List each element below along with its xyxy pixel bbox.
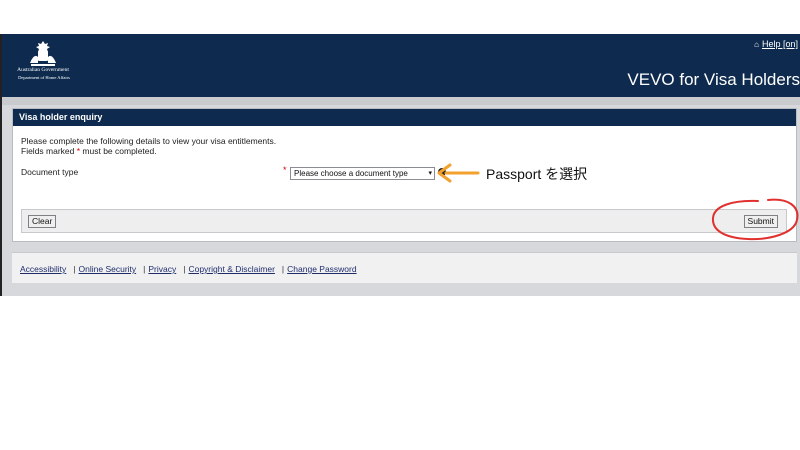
footer-link-privacy[interactable]: Privacy <box>148 264 176 274</box>
footer-link-online-security[interactable]: Online Security <box>79 264 137 274</box>
panel-title: Visa holder enquiry <box>13 109 796 126</box>
chevron-down-icon: ▾ <box>428 170 432 177</box>
header-divider-band <box>2 97 800 105</box>
document-type-select[interactable]: Please choose a document type ▾ <box>290 167 435 180</box>
footer-link-copyright[interactable]: Copyright & Disclaimer <box>188 264 274 274</box>
form-actions-bar: Clear Submit <box>21 209 787 233</box>
department-name: Department of Home Affairs <box>18 75 70 80</box>
help-link[interactable]: Help [on] <box>762 39 798 49</box>
footer-link-change-password[interactable]: Change Password <box>287 264 356 274</box>
instructions-line2-b: must be completed. <box>80 146 157 156</box>
house-icon: ⌂ <box>754 40 759 49</box>
instructions: Please complete the following details to… <box>21 136 276 156</box>
document-type-selected: Please choose a document type <box>294 169 408 178</box>
clear-button[interactable]: Clear <box>28 215 57 228</box>
instructions-line2-a: Fields marked <box>21 146 77 156</box>
footer-separator: | <box>183 264 186 274</box>
document-type-label: Document type <box>21 167 79 177</box>
government-name: Australian Government <box>17 67 69 73</box>
app-title: VEVO for Visa Holders <box>627 70 800 89</box>
footer-separator: | <box>143 264 146 274</box>
required-marker: * <box>283 165 287 175</box>
footer-link-accessibility[interactable]: Accessibility <box>20 264 66 274</box>
instructions-line1: Please complete the following details to… <box>21 136 277 146</box>
coat-of-arms-icon <box>30 41 56 66</box>
footer-separator: | <box>281 264 285 274</box>
footer-links: Accessibility | Online Security | Privacy | Co… <box>20 264 357 274</box>
visa-enquiry-panel: Visa holder enquiry Please complete the … <box>12 108 797 242</box>
help-toggle[interactable]: ⌂ Help [on] <box>754 39 798 49</box>
footer: Accessibility | Online Security | Privacy | Co… <box>12 252 797 283</box>
annotation-circle-icon <box>711 198 799 241</box>
annotation-arrow-icon <box>437 163 480 183</box>
annotation-label: Passport を選択 <box>486 166 588 182</box>
footer-separator: | <box>73 264 76 274</box>
